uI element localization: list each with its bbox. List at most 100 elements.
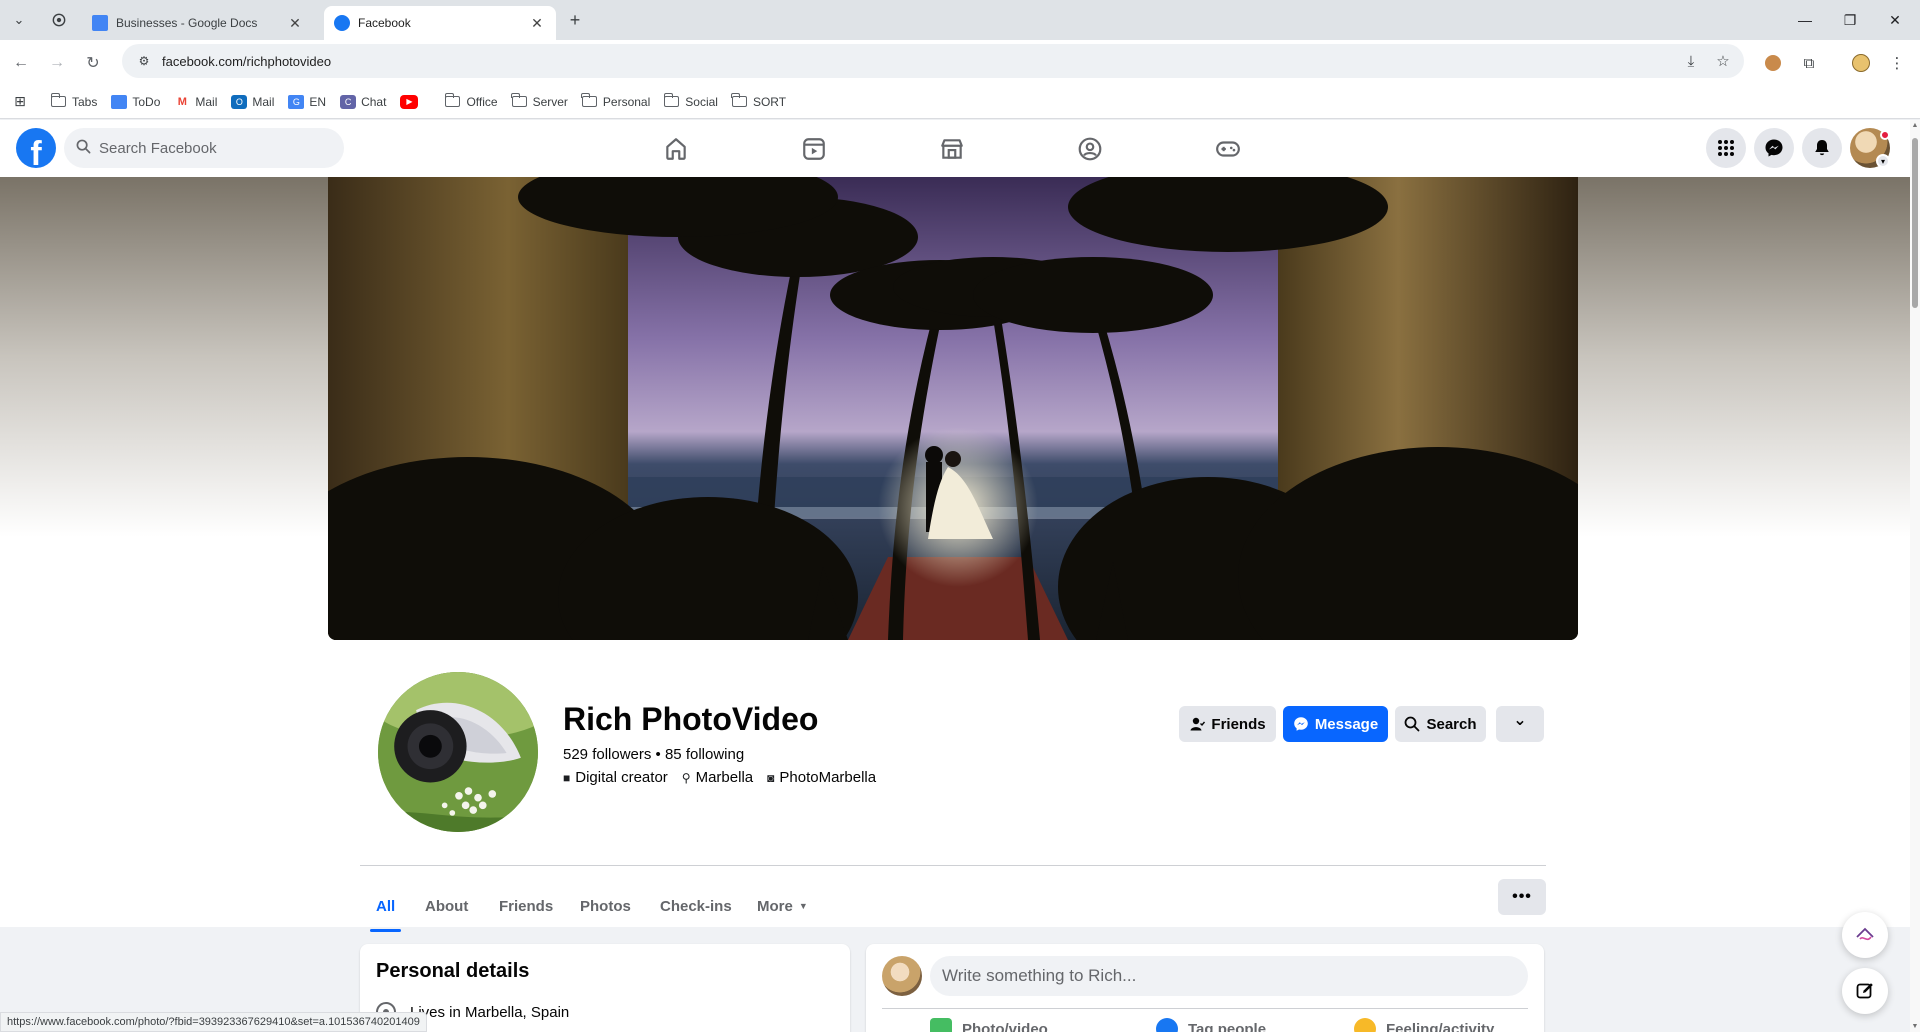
profile-options-dropdown[interactable]: ⌄ [1496,706,1544,742]
back-icon[interactable]: ← [8,50,34,76]
tab-search-chevron-icon[interactable]: ⌄ [8,9,30,31]
search-icon [1405,716,1420,732]
apps-grid-icon[interactable]: ⊞ [12,93,33,109]
minimize-icon[interactable]: — [1785,8,1825,32]
composer-avatar[interactable] [882,956,922,996]
new-message-button[interactable] [1842,968,1888,1014]
bookmark-outlook-mail[interactable]: O Mail [231,94,274,109]
tab-photos[interactable]: Photos [580,880,631,932]
friends-button[interactable]: Friends [1179,706,1276,742]
tab-all[interactable]: All [369,880,402,932]
bookmark-folder-tabs[interactable]: Tabs [50,93,97,109]
close-tab-icon[interactable]: ✕ [286,15,304,32]
account-chevron-icon[interactable]: ▾ [1876,154,1890,168]
profile-avatar-icon[interactable] [1848,50,1874,76]
notifications-button[interactable] [1802,128,1842,168]
profile-search-button[interactable]: Search [1395,706,1486,742]
bookmark-folder-office[interactable]: Office [444,93,498,109]
tab-about[interactable]: About [425,880,468,932]
page-shortcut-button[interactable] [1842,912,1888,958]
friend-person-icon [1190,717,1206,731]
bookmark-folder-sort[interactable]: SORT [731,93,786,109]
bookmark-label: Chat [361,94,387,109]
browser-tab-facebook[interactable]: Facebook ✕ [324,6,556,40]
bookmark-folder-social[interactable]: Social [663,93,718,109]
translate-icon: G [288,94,305,109]
feeling-emoji-icon [1354,1018,1376,1032]
post-composer-card: Write something to Rich... Photo/video T… [866,944,1544,1032]
facebook-search-box[interactable] [64,128,344,168]
bookmark-youtube[interactable]: ▶ [400,94,423,109]
page-scrollbar[interactable]: ▲ ▼ [1910,120,1920,1032]
nav-groups[interactable] [1034,128,1146,170]
reload-icon[interactable]: ↻ [80,50,106,76]
forward-icon[interactable]: → [44,50,70,76]
profile-picture[interactable] [374,668,542,836]
address-bar[interactable]: ⚙ facebook.com/richphotovideo ⤓ ☆ [122,44,1744,78]
wedding-beach-cover-image [328,177,1578,640]
gaming-icon [1216,141,1240,157]
category-label: Digital creator [575,769,668,786]
nav-video[interactable] [758,128,870,170]
browser-tab-strip: ⌄ Businesses - Google Docs ✕ Facebook ✕ … [0,0,1920,40]
browser-toolbar: ← → ↻ ⚙ facebook.com/richphotovideo ⤓ ☆ … [0,40,1920,85]
tag-people-action[interactable]: Tag people [1156,1018,1266,1032]
instagram-tag[interactable]: ◙ PhotoMarbella [767,769,876,786]
bookmark-todo[interactable]: ToDo [111,94,160,109]
bookmark-folder-server[interactable]: Server [511,93,568,109]
video-icon [803,138,825,160]
facebook-logo-icon[interactable]: f [16,128,56,168]
write-post-input[interactable]: Write something to Rich... [930,956,1528,996]
site-info-icon[interactable]: ⚙ [130,54,158,68]
instagram-icon: ◙ [767,770,775,785]
new-tab-button[interactable]: + [564,9,586,31]
install-app-icon[interactable]: ⤓ [1678,48,1704,74]
scroll-up-arrow-icon[interactable]: ▲ [1910,122,1920,129]
photo-video-action[interactable]: Photo/video [930,1018,1048,1032]
bookmark-chat[interactable]: C Chat [340,94,387,109]
scrollbar-thumb[interactable] [1912,138,1918,308]
extensions-puzzle-icon[interactable]: ⧉ [1796,50,1822,76]
restore-icon[interactable]: ❐ [1830,8,1870,32]
nav-gaming[interactable] [1172,128,1284,170]
tab-label: Friends [499,897,554,915]
tab-label: More [757,897,793,915]
nav-marketplace[interactable] [896,128,1008,170]
folder-icon [511,93,527,107]
google-docs-icon [92,15,108,31]
bookmark-translate[interactable]: G EN [288,94,326,109]
personal-details-title: Personal details [376,960,530,982]
chrome-profile-icon[interactable] [48,9,70,31]
feeling-activity-action[interactable]: Feeling/activity [1354,1018,1494,1032]
browser-menu-icon[interactable]: ⋮ [1884,50,1910,76]
tab-check-ins[interactable]: Check-ins [660,880,732,932]
compose-pencil-icon [1856,983,1873,999]
profile-follow-stats[interactable]: 529 followers • 85 following [563,746,744,763]
cover-photo[interactable] [328,177,1578,640]
scroll-down-arrow-icon[interactable]: ▼ [1910,1023,1920,1030]
messenger-icon [1294,717,1308,731]
tab-friends[interactable]: Friends [499,880,553,932]
bookmark-star-icon[interactable]: ☆ [1710,48,1736,74]
nav-home[interactable] [620,128,732,170]
action-label: Photo/video [962,1020,1048,1032]
message-button-label: Message [1314,715,1379,733]
browser-tab-google-docs[interactable]: Businesses - Google Docs ✕ [82,6,314,40]
profile-more-options-button[interactable]: ••• [1498,879,1546,915]
messenger-button[interactable] [1754,128,1794,168]
folder-icon [663,93,680,107]
action-label: Tag people [1188,1020,1267,1032]
folder-icon [731,93,747,107]
message-button[interactable]: Message [1283,706,1388,742]
bookmark-folder-personal[interactable]: Personal [581,93,650,109]
facebook-search-input[interactable] [99,139,299,157]
close-tab-icon[interactable]: ✕ [528,15,546,32]
bookmark-gmail[interactable]: M Mail [174,95,218,109]
menu-grid-icon [1718,140,1734,156]
profile-name: Rich PhotoVideo [563,701,819,737]
extension-avatar-icon[interactable] [1760,50,1786,76]
location-tag[interactable]: ⚲ Marbella [682,769,753,786]
window-close-icon[interactable]: ✕ [1875,8,1915,32]
tab-more[interactable]: More ▼ [757,880,808,932]
menu-grid-button[interactable] [1706,128,1746,168]
